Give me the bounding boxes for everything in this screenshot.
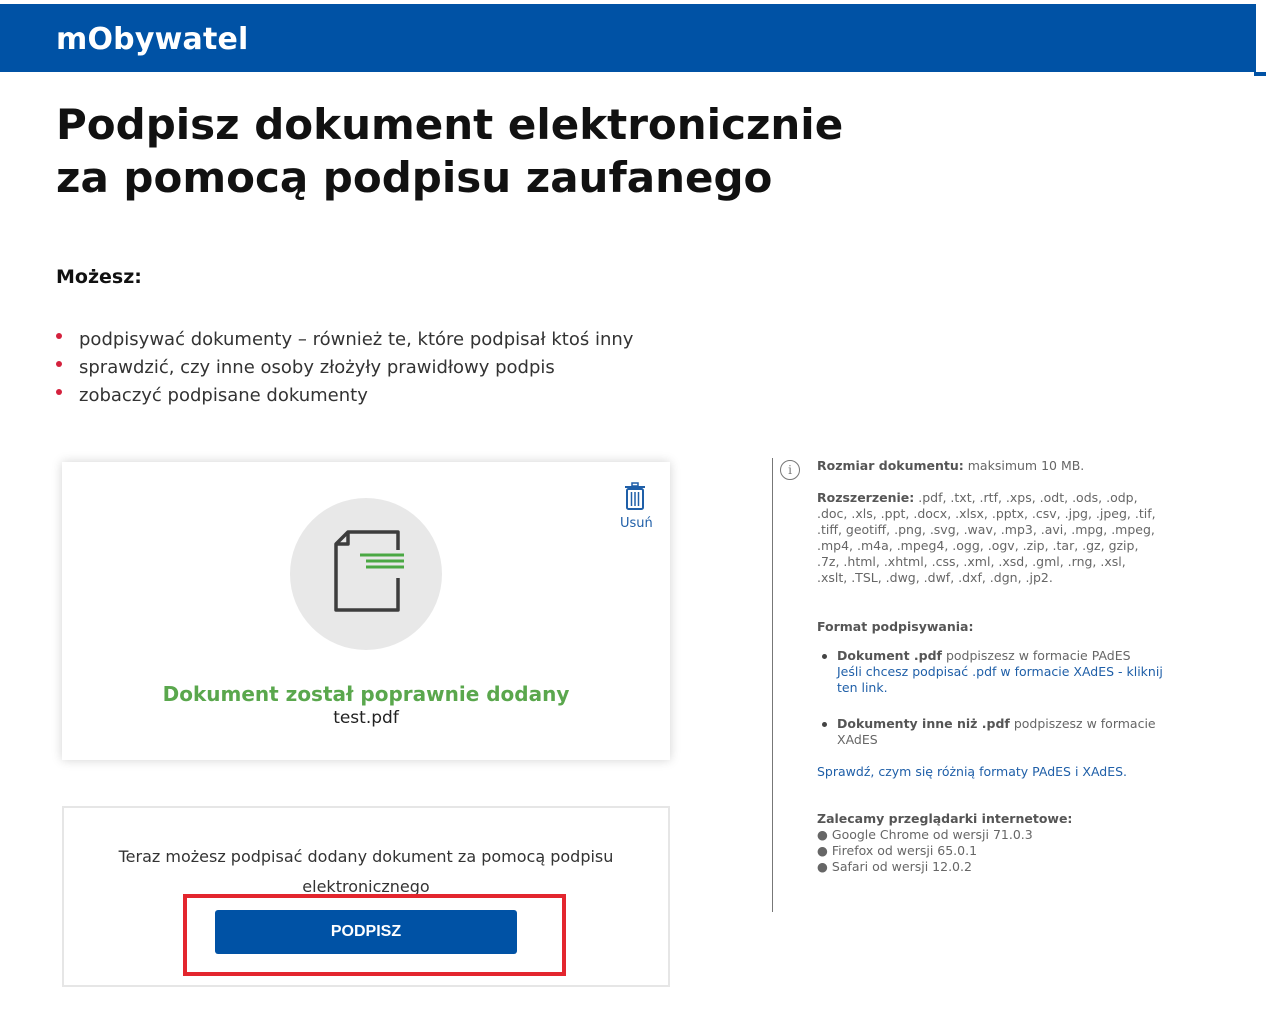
format-heading: Format podpisywania:	[817, 619, 1157, 635]
format-heading-text: Format podpisywania:	[817, 619, 974, 634]
size-label: Rozmiar dokumentu:	[817, 458, 964, 473]
page-title-line-2: za pomocą podpisu zaufanego	[56, 153, 773, 202]
browser-item: ● Safari od wersji 12.0.2	[817, 859, 972, 874]
uploaded-filename: test.pdf	[333, 708, 399, 728]
remove-label[interactable]: Usuń	[620, 516, 653, 531]
browser-item: ● Firefox od wersji 65.0.1	[817, 843, 978, 858]
top-bar: mObywatel	[0, 4, 1256, 72]
remove-document-button[interactable]: Usuń	[620, 482, 653, 531]
app-logo[interactable]: mObywatel	[56, 22, 249, 57]
info-divider	[772, 458, 773, 912]
extensions-label: Rozszerzenie:	[817, 490, 915, 505]
intro-item: podpisywać dokumenty – również te, które…	[56, 326, 633, 354]
intro-list: podpisywać dokumenty – również te, które…	[56, 326, 633, 410]
other-label: Dokumenty inne niż .pdf	[837, 716, 1010, 731]
browser-item: ● Google Chrome od wersji 71.0.3	[817, 827, 1033, 842]
browsers-heading: Zalecamy przeglądarki internetowe:	[817, 811, 1073, 826]
browsers-info: Zalecamy przeglądarki internetowe: ● Goo…	[817, 811, 1157, 875]
trash-icon	[625, 482, 645, 510]
info-icon: i	[780, 460, 800, 480]
extensions-info: Rozszerzenie: .pdf, .txt, .rtf, .xps, .o…	[817, 490, 1157, 586]
pdf-label: Dokument .pdf	[837, 648, 942, 663]
formats-diff-link[interactable]: Sprawdź, czym się różnią formaty PAdES i…	[817, 764, 1127, 779]
format-list: Dokument .pdf podpiszesz w formacie PAdE…	[817, 648, 1177, 748]
document-icon	[334, 530, 404, 612]
sign-instructions: Teraz możesz podpisać dodany dokument za…	[118, 847, 614, 896]
xades-pdf-link[interactable]: Jeśli chcesz podpisać .pdf w formacie XA…	[837, 664, 1163, 695]
format-item-other: Dokumenty inne niż .pdf podpiszesz w for…	[822, 716, 1177, 748]
page-title-line-1: Podpisz dokument elektronicznie	[56, 100, 844, 149]
intro-heading: Możesz:	[56, 266, 142, 288]
highlight-box	[183, 894, 566, 976]
upload-success-message: Dokument został poprawnie dodany	[162, 682, 570, 706]
pdf-text: podpiszesz w formacie PAdES	[942, 648, 1131, 663]
size-value: maksimum 10 MB.	[963, 458, 1085, 473]
top-bar-edge	[1254, 72, 1266, 76]
page-title: Podpisz dokument elektronicznie za pomoc…	[56, 98, 956, 204]
document-preview	[290, 498, 442, 650]
intro-item: sprawdzić, czy inne osoby złożyły prawid…	[56, 354, 633, 382]
uploaded-document-card: Usuń Dokument został poprawnie dodany te…	[62, 462, 670, 760]
size-info: Rozmiar dokumentu: maksimum 10 MB.	[817, 458, 1157, 474]
intro-item: zobaczyć podpisane dokumenty	[56, 382, 633, 410]
formats-diff-info: Sprawdź, czym się różnią formaty PAdES i…	[817, 764, 1157, 780]
format-item-pdf: Dokument .pdf podpiszesz w formacie PAdE…	[822, 648, 1177, 696]
